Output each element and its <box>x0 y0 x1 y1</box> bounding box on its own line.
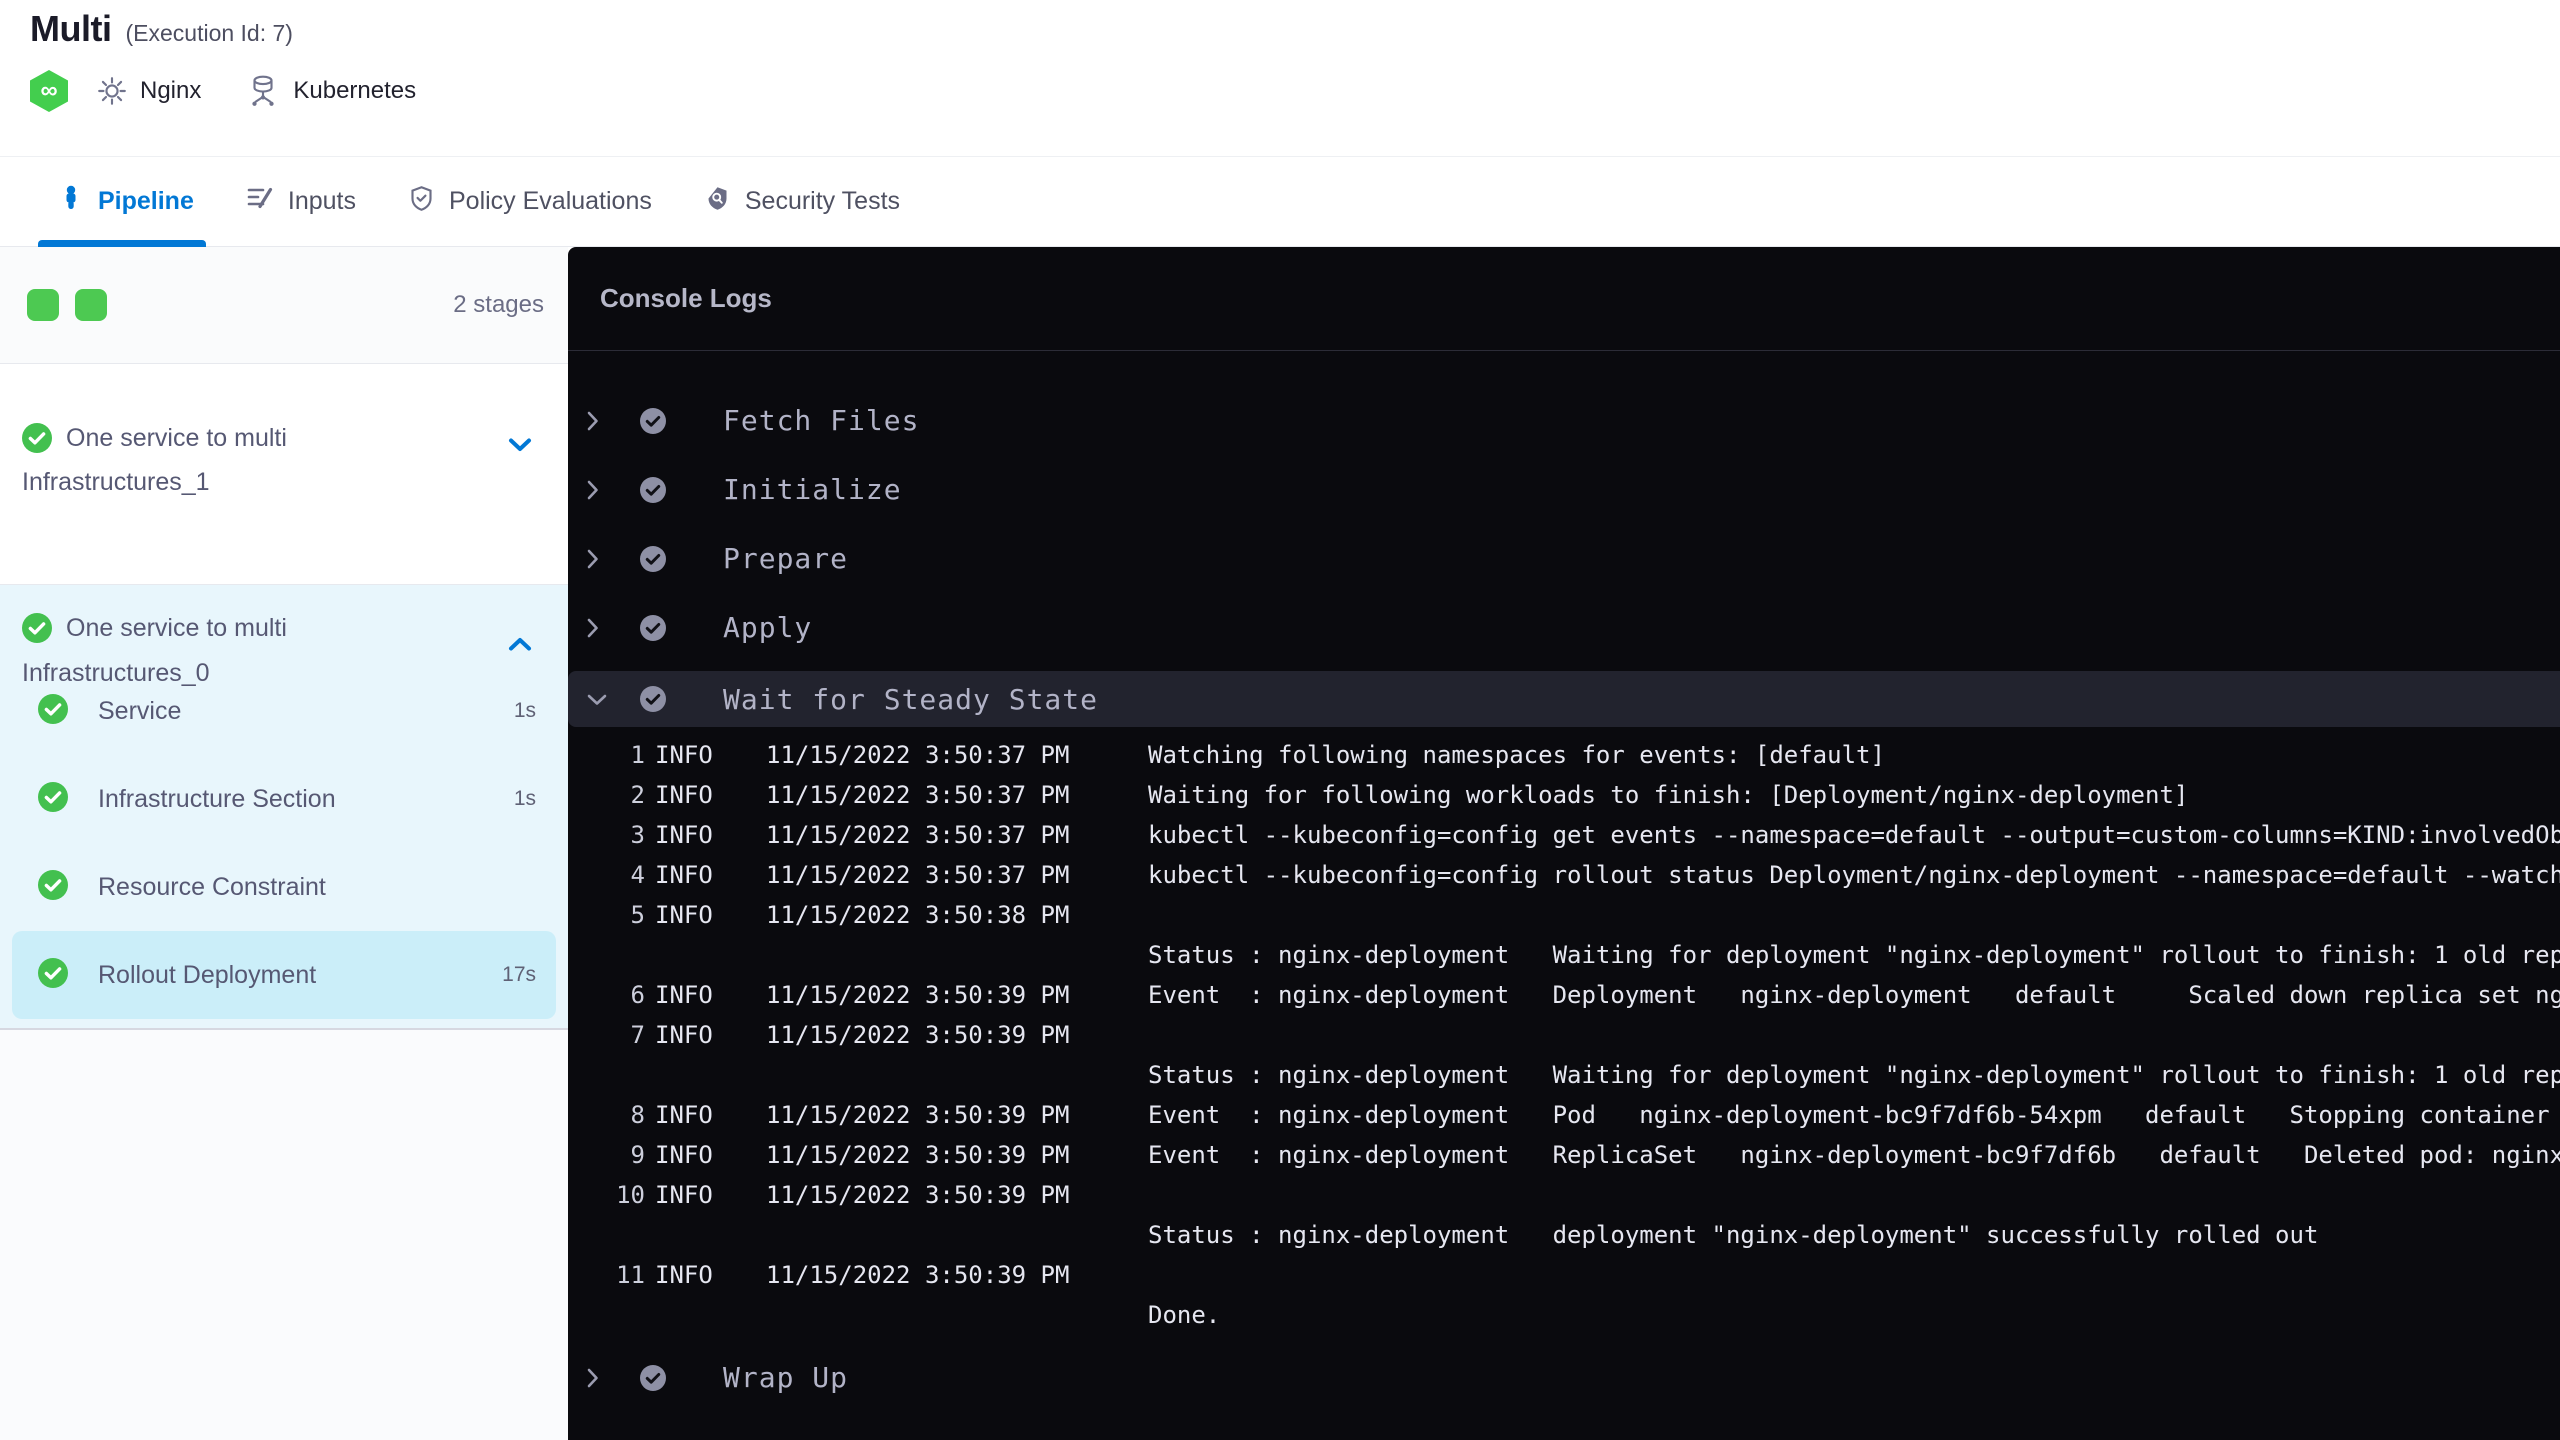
pipeline-meta-row: ∞ Nginx Kubernetes <box>30 70 416 112</box>
tab-bar: Pipeline Inputs Policy Evaluations Secur… <box>0 157 2560 247</box>
stage-status-square-1[interactable] <box>27 289 59 321</box>
tab-inputs[interactable]: Inputs <box>246 157 356 246</box>
log-line: 9 INFO 11/15/2022 3:50:39 PM Event : nginx-… <box>630 1141 2560 1169</box>
step-success-check-icon <box>640 1364 666 1391</box>
tab-security-label: Security Tests <box>744 187 901 215</box>
console-step-label: Prepare <box>723 542 849 575</box>
pipeline-icon <box>58 185 84 218</box>
console-step-label: Wrap Up <box>723 1361 849 1394</box>
kubernetes-infra-icon <box>247 74 279 108</box>
log-line: 3 INFO 11/15/2022 3:50:37 PM kubectl --kube… <box>630 821 2560 849</box>
tab-policy-evaluations[interactable]: Policy Evaluations <box>408 157 652 246</box>
console-logs-panel: Console Logs Fetch Files Initialize Prep… <box>568 247 2560 1440</box>
console-step-wrap-up[interactable]: Wrap Up <box>568 1343 2560 1412</box>
log-line: Done. <box>1148 1301 1221 1329</box>
step-success-check-icon <box>640 476 666 503</box>
infrastructure-name: Kubernetes <box>293 77 417 104</box>
log-line: 1 INFO 11/15/2022 3:50:37 PM Watching follo… <box>630 741 1885 769</box>
log-line: 11 INFO 11/15/2022 3:50:39 PM <box>616 1261 1070 1289</box>
step-success-check-icon <box>640 407 666 434</box>
stage-item-infrastructures-1[interactable]: One service to multi Infrastructures_1 <box>0 364 568 585</box>
step-item-service[interactable]: Service 1s <box>12 667 556 755</box>
console-body: Fetch Files Initialize Prepare Apply Wai… <box>568 351 2560 1412</box>
service-name: Nginx <box>140 77 202 104</box>
success-check-icon <box>22 423 52 464</box>
chevron-right-icon[interactable] <box>586 617 608 639</box>
log-line: 10 INFO 11/15/2022 3:50:39 PM <box>616 1181 1070 1209</box>
success-check-icon <box>38 781 68 817</box>
console-step-label: Wait for Steady State <box>723 682 1099 716</box>
inputs-icon <box>246 185 274 218</box>
chevron-up-icon[interactable] <box>508 637 532 656</box>
active-tab-underline <box>38 240 206 247</box>
console-step-initialize[interactable]: Initialize <box>568 455 2560 524</box>
success-check-icon <box>22 613 52 654</box>
step-name: Resource Constraint <box>98 872 326 901</box>
log-line: 7 INFO 11/15/2022 3:50:39 PM <box>630 1021 1070 1049</box>
console-step-wait-for-steady-state[interactable]: Wait for Steady State <box>568 671 2560 727</box>
console-step-prepare[interactable]: Prepare <box>568 524 2560 593</box>
harness-cd-icon: ∞ <box>30 70 68 112</box>
step-duration: 1s <box>513 787 536 810</box>
step-item-rollout-deployment[interactable]: Rollout Deployment 17s <box>12 931 556 1019</box>
step-duration: 17s <box>502 963 536 986</box>
shield-search-icon <box>704 185 731 219</box>
step-list: Service 1s Infrastructure Section 1s Res… <box>0 667 568 1019</box>
app-header: Multi (Execution Id: 7) ∞ Nginx Kubernet… <box>0 0 2560 157</box>
log-line: Status : nginx-deployment Waiting for de… <box>1148 941 2560 969</box>
step-name: Infrastructure Section <box>98 784 336 813</box>
chevron-right-icon[interactable] <box>586 410 608 432</box>
tab-policy-label: Policy Evaluations <box>448 187 652 215</box>
stage-count-label: 2 stages <box>453 291 544 318</box>
step-success-check-icon <box>640 545 666 572</box>
console-step-fetch-files[interactable]: Fetch Files <box>568 386 2560 455</box>
log-line: Status : nginx-deployment Waiting for de… <box>1148 1061 2560 1089</box>
log-line: 4 INFO 11/15/2022 3:50:37 PM kubectl --kube… <box>630 861 2560 889</box>
log-line: Status : nginx-deployment deployment "ng… <box>1148 1221 2319 1249</box>
tab-pipeline-label: Pipeline <box>98 187 194 215</box>
chevron-right-icon[interactable] <box>586 1367 608 1389</box>
chevron-down-icon[interactable] <box>586 693 608 706</box>
stage-minimap <box>27 289 107 321</box>
execution-id: (Execution Id: 7) <box>125 20 293 46</box>
log-line: 2 INFO 11/15/2022 3:50:37 PM Waiting for fo… <box>630 781 2189 809</box>
console-logs-title: Console Logs <box>568 247 2560 351</box>
step-name: Service <box>98 696 182 725</box>
stage-item-infrastructures-0[interactable]: One service to multi Infrastructures_0 S… <box>0 585 568 1030</box>
tab-inputs-label: Inputs <box>287 187 356 215</box>
success-check-icon <box>38 693 68 729</box>
shield-check-icon <box>408 185 435 219</box>
log-line: 6 INFO 11/15/2022 3:50:39 PM Event : nginx-… <box>630 981 2560 1009</box>
stage-name-text: One service to multi Infrastructures_1 <box>22 424 287 496</box>
chevron-right-icon[interactable] <box>586 548 608 570</box>
step-item-infrastructure-section[interactable]: Infrastructure Section 1s <box>12 755 556 843</box>
chevron-right-icon[interactable] <box>586 479 608 501</box>
step-name: Rollout Deployment <box>98 960 317 989</box>
step-duration: 1s <box>513 699 536 722</box>
title-row: Multi (Execution Id: 7) <box>30 8 293 50</box>
console-step-label: Fetch Files <box>723 404 920 437</box>
log-lines: 1 INFO 11/15/2022 3:50:37 PM Watching follo… <box>568 727 2560 1343</box>
console-step-label: Apply <box>723 611 813 644</box>
tab-pipeline[interactable]: Pipeline <box>38 157 206 247</box>
stage-minimap-header: 2 stages <box>0 247 568 364</box>
step-success-check-icon <box>640 614 666 641</box>
log-line: 5 INFO 11/15/2022 3:50:38 PM <box>630 901 1070 929</box>
tab-security-tests[interactable]: Security Tests <box>704 157 900 246</box>
success-check-icon <box>38 957 68 993</box>
console-step-label: Initialize <box>723 473 902 506</box>
service-gear-icon <box>96 75 128 107</box>
stage-name: One service to multi Infrastructures_1 <box>22 420 448 501</box>
page-title: Multi <box>30 8 112 49</box>
log-line: 8 INFO 11/15/2022 3:50:39 PM Event : nginx-… <box>630 1101 2550 1129</box>
stage-sidebar: 2 stages One service to multi Infrastruc… <box>0 247 568 1440</box>
stage-status-square-2[interactable] <box>75 289 107 321</box>
console-step-apply[interactable]: Apply <box>568 593 2560 662</box>
step-success-check-icon <box>640 686 666 712</box>
chevron-down-icon[interactable] <box>508 438 532 457</box>
success-check-icon <box>38 869 68 905</box>
step-item-resource-constraint[interactable]: Resource Constraint <box>12 843 556 931</box>
